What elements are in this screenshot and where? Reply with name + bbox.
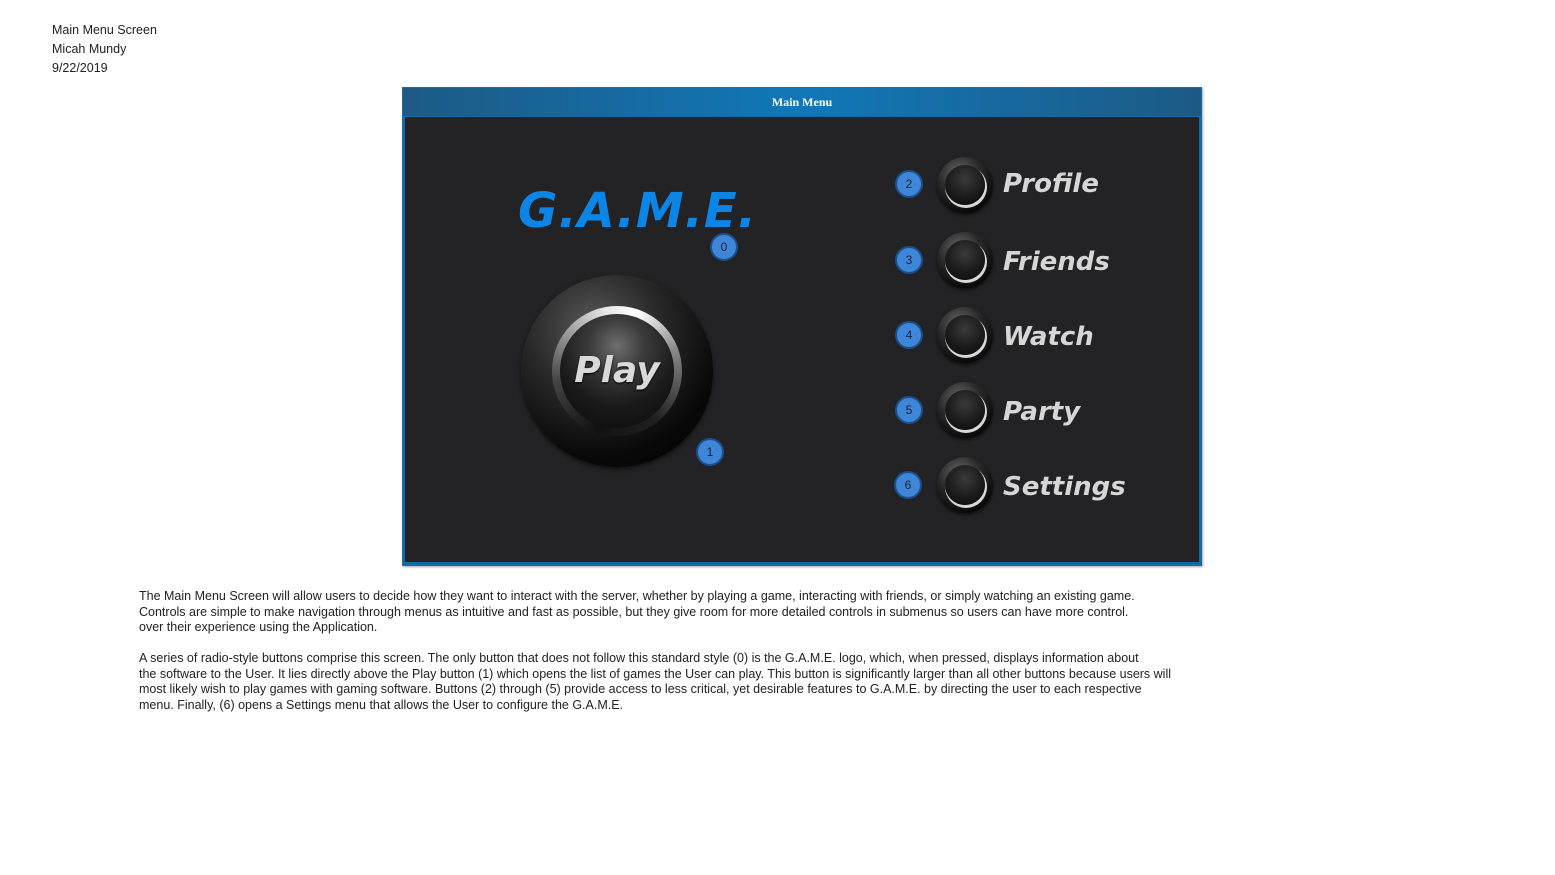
main-menu-window: Main Menu G.A.M.E. Play Profile Friends … xyxy=(402,87,1202,566)
settings-radio-button[interactable] xyxy=(937,457,993,513)
game-logo-button[interactable]: G.A.M.E. xyxy=(518,183,757,239)
description-line: A series of radio-style buttons comprise… xyxy=(139,651,1139,665)
document-date: 9/22/2019 xyxy=(52,61,108,75)
annotation-badge-2: 2 xyxy=(895,170,923,198)
friends-radio-button[interactable] xyxy=(937,232,993,288)
annotation-badge-0: 0 xyxy=(710,233,738,261)
screen-description: The Main Menu Screen will allow users to… xyxy=(139,589,1239,713)
party-radio-button[interactable] xyxy=(937,382,993,438)
description-line: the software to the User. It lies direct… xyxy=(139,666,1172,681)
description-line: menu. Finally, (6) opens a Settings menu… xyxy=(139,697,624,712)
profile-radio-button[interactable] xyxy=(937,157,993,213)
watch-radio-button[interactable] xyxy=(937,307,993,363)
annotation-badge-6: 6 xyxy=(894,471,922,499)
party-label[interactable]: Party xyxy=(1003,392,1080,432)
description-line: most likely wish to play games with gami… xyxy=(139,682,1142,696)
document-title: Main Menu Screen xyxy=(52,23,157,37)
annotation-badge-5: 5 xyxy=(895,396,923,424)
annotation-badge-1: 1 xyxy=(696,438,724,466)
play-button-label: Play xyxy=(574,350,660,391)
document-header: Main Menu Screen Micah Mundy 9/22/2019 xyxy=(52,21,157,78)
description-line: Controls are simple to make navigation t… xyxy=(139,604,1129,619)
watch-label[interactable]: Watch xyxy=(1003,317,1094,357)
settings-label[interactable]: Settings xyxy=(1003,467,1126,507)
window-title-bar: Main Menu xyxy=(403,88,1201,116)
description-line: The Main Menu Screen will allow users to… xyxy=(139,589,1135,603)
annotation-badge-4: 4 xyxy=(895,321,923,349)
document-author: Micah Mundy xyxy=(52,42,127,56)
profile-label[interactable]: Profile xyxy=(1003,164,1099,204)
main-menu-content: G.A.M.E. Play Profile Friends Watch Part… xyxy=(405,117,1199,562)
description-line: over their experience using the Applicat… xyxy=(139,620,378,634)
annotation-badge-3: 3 xyxy=(895,246,923,274)
play-button[interactable]: Play xyxy=(521,275,713,467)
friends-label[interactable]: Friends xyxy=(1003,242,1110,282)
